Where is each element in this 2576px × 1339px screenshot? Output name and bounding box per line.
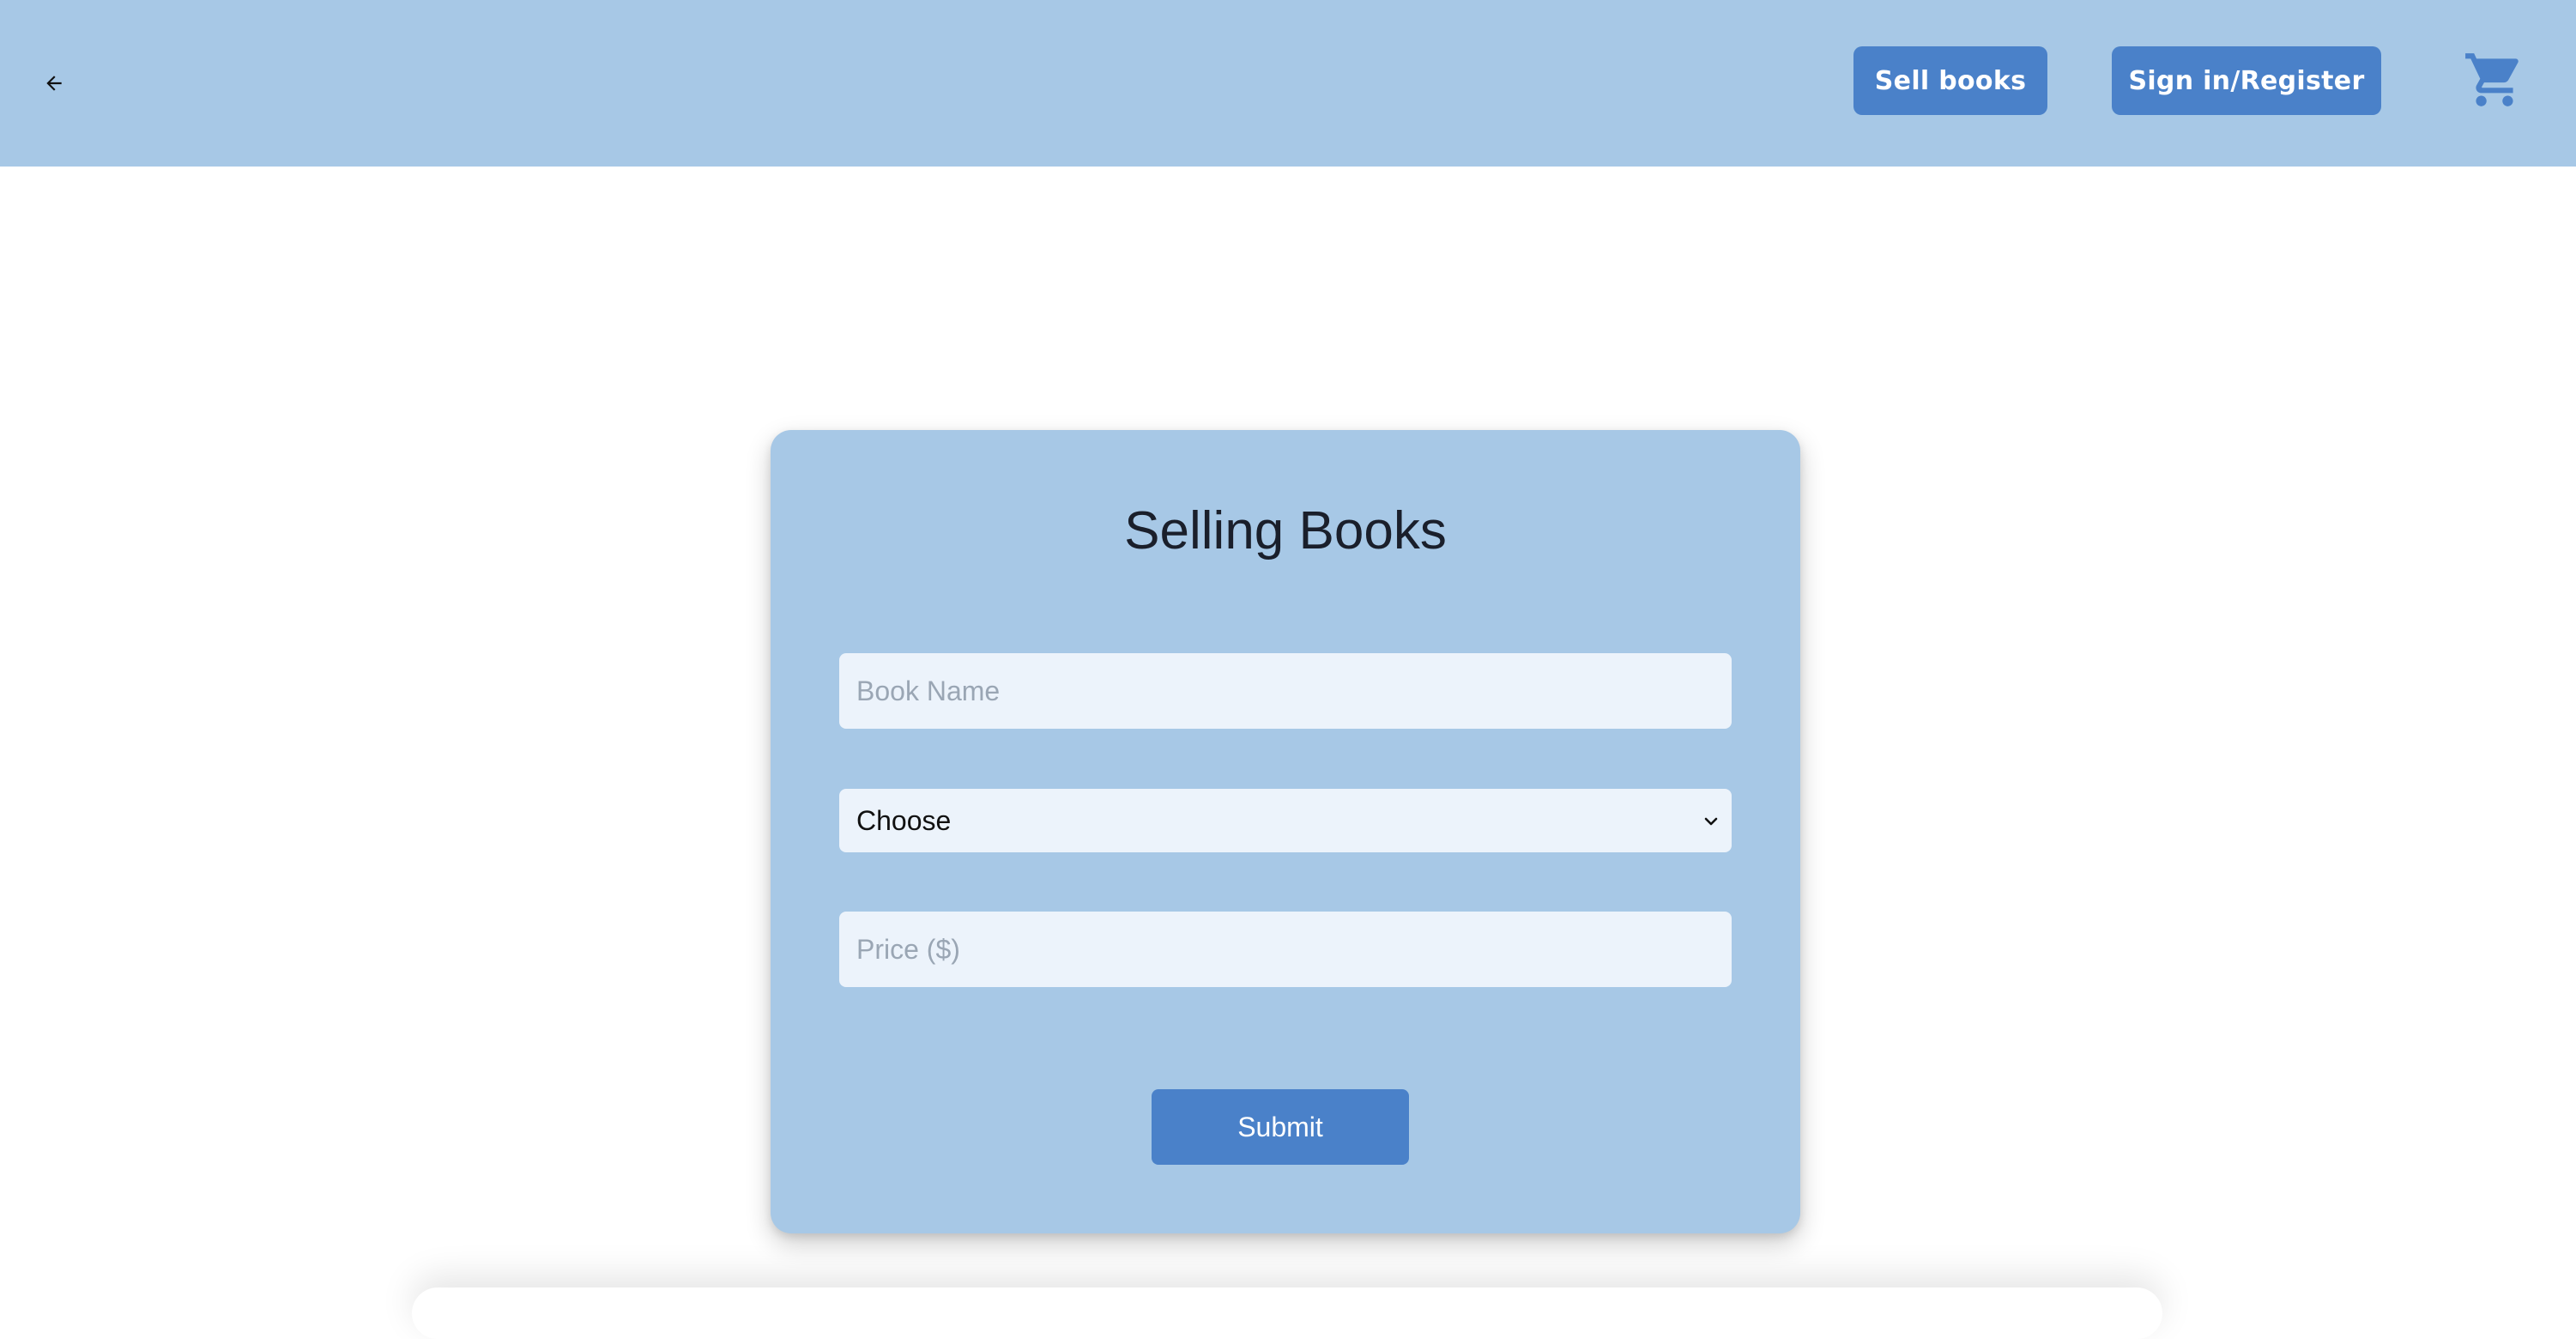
back-button[interactable]	[34, 64, 74, 103]
top-navigation-bar: Sell books Sign in/Register	[0, 0, 2576, 167]
lower-section-edge	[412, 1288, 2162, 1339]
chevron-down-icon	[1704, 817, 1718, 826]
book-name-input[interactable]	[839, 653, 1732, 729]
sell-books-button[interactable]: Sell books	[1853, 46, 2047, 115]
category-select[interactable]: Choose	[839, 789, 1732, 852]
category-select-value: Choose	[856, 805, 952, 836]
shopping-cart-icon	[2465, 53, 2519, 106]
form-title: Selling Books	[1124, 501, 1447, 560]
price-input[interactable]	[839, 912, 1732, 987]
arrow-left-icon	[46, 76, 62, 91]
cart-button[interactable]	[2461, 48, 2528, 112]
submit-button[interactable]: Submit	[1152, 1089, 1409, 1165]
sign-in-register-button[interactable]: Sign in/Register	[2112, 46, 2381, 115]
sell-books-form-card: Selling Books Choose Submit	[771, 430, 1800, 1233]
